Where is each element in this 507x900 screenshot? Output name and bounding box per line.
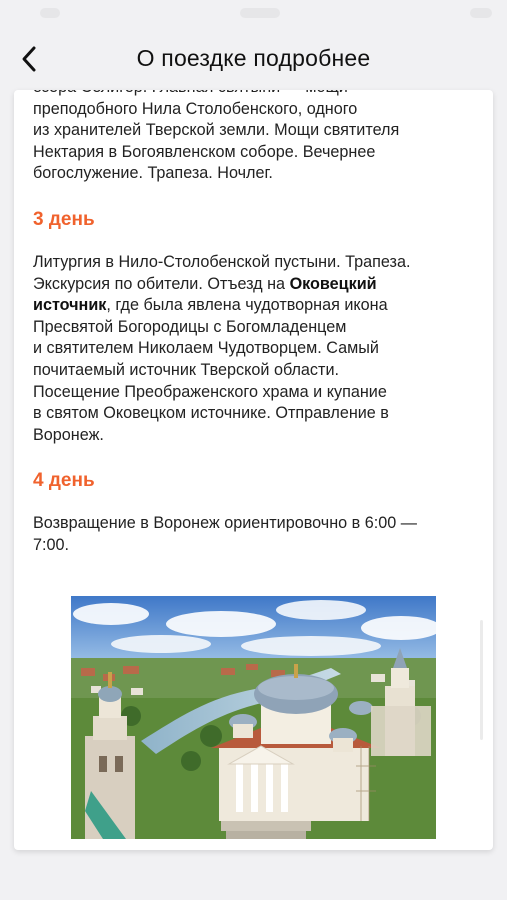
text-line: преподобного Нила Столобенского, одного <box>33 99 358 118</box>
status-signal <box>40 8 60 18</box>
day-4-paragraph: Возвращение в Воронеж ориентировочно в 6… <box>14 513 493 556</box>
text-line: из хранителей Тверской земли. Мощи святи… <box>33 121 400 140</box>
text-line: озера Селигер. Главная святыни — мощи <box>14 90 493 99</box>
text-line: Экскурсия по обители. Отъезд на Оковецки… <box>14 274 493 296</box>
text-line: почитаемый источник Тверской области. <box>33 360 339 379</box>
navigation-bar: О поездке подробнее <box>0 28 507 90</box>
status-time <box>240 8 280 18</box>
day-3-paragraph: Литургия в Нило-Столобенской пустыни. Тр… <box>14 252 493 446</box>
page-title: О поездке подробнее <box>136 45 371 71</box>
monastery-photo <box>71 596 436 839</box>
text-line: Воронеж. <box>33 425 104 444</box>
text-line: источник, где была явлена чудотворная ик… <box>14 295 493 317</box>
day-3-heading: 3 день <box>33 208 95 230</box>
trip-details-content: озера Селигер. Главная святыни — мощи пр… <box>14 90 493 557</box>
day-4-heading: 4 день <box>33 470 95 492</box>
text-line: Возвращение в Воронеж ориентировочно в 6… <box>33 514 417 533</box>
text-line: 7:00. <box>33 535 70 554</box>
text-line: Пресвятой Богородицы с Богомладенцем <box>33 317 347 336</box>
text-line: Литургия в Нило-Столобенской пустыни. Тр… <box>33 252 411 271</box>
text-line: в святом Оковецком источнике. Отправлени… <box>33 404 389 423</box>
monastery-illustration <box>71 596 436 839</box>
text-line: богослужение. Трапеза. Ночлег. <box>33 164 273 183</box>
intro-paragraph: озера Селигер. Главная святыни — мощи пр… <box>14 90 493 185</box>
text-line: Посещение Преображенского храма и купани… <box>33 382 387 401</box>
battery-icon <box>470 8 492 18</box>
trip-details-card[interactable]: озера Селигер. Главная святыни — мощи пр… <box>14 90 493 850</box>
bold-place-name: Оковецкий <box>289 274 377 293</box>
text-line: Нектария в Богоявленском соборе. Вечерне… <box>33 142 376 161</box>
bold-place-name: источник <box>33 296 107 315</box>
text-segment: Экскурсия по обители. Отъезд на <box>33 274 290 293</box>
text-segment: , где была явлена чудотворная икона <box>106 296 388 315</box>
status-bar <box>0 0 507 28</box>
text-line: и святителем Николаем Чудотворцем. Самый <box>33 339 379 358</box>
scrollbar[interactable] <box>480 620 483 740</box>
